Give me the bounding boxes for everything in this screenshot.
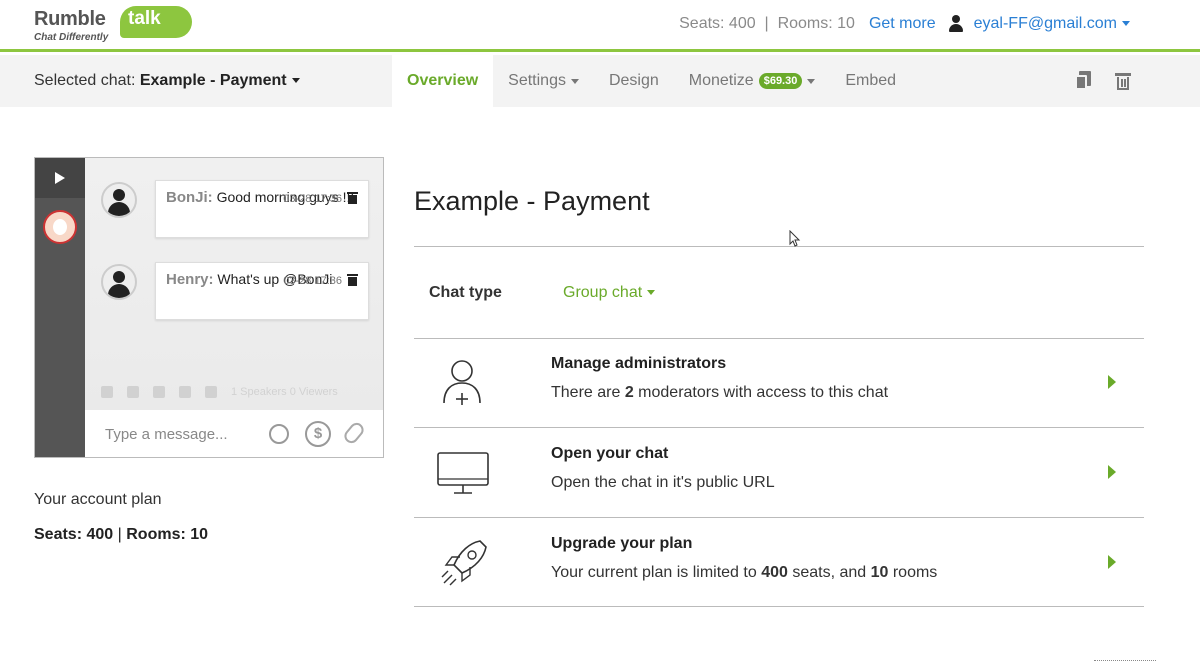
open-chat-row[interactable]: Open your chat Open the chat in it's pub… [414, 429, 1144, 517]
user-menu-dropdown[interactable]: eyal-FF@gmail.com [974, 15, 1130, 33]
tab-settings-label: Settings [508, 72, 566, 89]
divider [414, 517, 1144, 518]
avatar [101, 264, 137, 300]
delete-message-icon[interactable] [347, 191, 358, 204]
chat-type-dropdown[interactable]: Group chat [563, 284, 656, 302]
user-email: eyal-FF@gmail.com [973, 15, 1117, 32]
logo-tagline: Chat Differently [34, 32, 109, 43]
account-summary: Seats: 400 | Rooms: 10 Get more eyal-FF@… [679, 14, 1130, 34]
power-icon[interactable] [205, 386, 217, 398]
chat-preview: BonJi: Good morning guys !!! 03-28 17:36… [34, 157, 384, 458]
tab-design[interactable]: Design [594, 55, 674, 107]
selected-chat-name: Example - Payment [139, 72, 287, 89]
seats-label: Seats: [34, 526, 83, 543]
row-title: Manage administrators [551, 355, 727, 372]
audience-count: 1 Speakers 0 Viewers [231, 386, 338, 398]
message-time: 03-28 17:36 [283, 193, 342, 205]
chevron-right-icon[interactable] [1108, 555, 1116, 569]
divider [1094, 660, 1156, 661]
emoji-icon[interactable] [269, 424, 289, 444]
row-description: Your current plan is limited to 400 seat… [551, 564, 938, 581]
logo-talk-bubble: talk [120, 6, 192, 38]
account-plan-values: Seats: 400 | Rooms: 10 [34, 526, 209, 543]
row-title: Upgrade your plan [551, 535, 693, 552]
nav-tabs: Overview Settings Design Monetize $69.30 … [392, 55, 911, 107]
tab-settings[interactable]: Settings [493, 55, 594, 107]
tab-design-label: Design [608, 72, 659, 89]
monitor-icon [437, 452, 489, 494]
rooms-value: 10 [190, 526, 209, 543]
rumbletalk-logo[interactable]: Rumble talk Chat Differently [34, 6, 192, 44]
attachment-icon[interactable] [341, 420, 367, 446]
row-title: Open your chat [551, 445, 669, 462]
selected-chat-label: Selected chat: [34, 72, 136, 89]
user-icon [948, 15, 964, 33]
message-author: BonJi: [166, 189, 213, 206]
chat-type-value: Group chat [563, 284, 643, 301]
message-input-bar: Type a message... $ [85, 410, 383, 457]
chevron-down-icon [807, 78, 816, 84]
tab-embed-label: Embed [845, 72, 897, 89]
trash-icon[interactable] [1114, 71, 1132, 91]
account-plan-label: Your account plan [34, 491, 162, 508]
message-input[interactable]: Type a message... [105, 426, 228, 443]
play-icon [55, 172, 65, 184]
dollar-icon[interactable]: $ [305, 421, 331, 447]
logo-brand: Rumble [34, 8, 106, 30]
monetize-balance-badge: $69.30 [758, 73, 803, 89]
window-icon[interactable] [153, 386, 165, 398]
chat-users-sidebar [35, 158, 85, 457]
divider [414, 427, 1144, 428]
get-more-link[interactable]: Get more [869, 15, 936, 33]
chevron-down-icon [291, 78, 300, 84]
tab-overview[interactable]: Overview [392, 55, 494, 107]
chevron-right-icon[interactable] [1108, 465, 1116, 479]
sound-icon[interactable] [179, 386, 191, 398]
divider [414, 246, 1144, 247]
upload-icon[interactable] [127, 386, 139, 398]
message-bubble: BonJi: Good morning guys !!! 03-28 17:36 [155, 180, 369, 238]
delete-message-icon[interactable] [347, 273, 358, 286]
upgrade-plan-row[interactable]: Upgrade your plan Your current plan is l… [414, 519, 1144, 607]
divider [414, 606, 1144, 607]
chat-subnav: Selected chat: Example - Payment Overvie… [0, 55, 1200, 107]
chat-messages-area: BonJi: Good morning guys !!! 03-28 17:36… [85, 158, 383, 457]
play-button[interactable] [35, 158, 85, 198]
message-author: Henry: [166, 271, 214, 288]
seats-value: 400 [86, 526, 114, 543]
tab-embed[interactable]: Embed [830, 55, 911, 107]
top-bar: Rumble talk Chat Differently Seats: 400 … [0, 0, 1200, 52]
chat-toolbar: 1 Speakers 0 Viewers [101, 384, 371, 400]
message-bubble: Henry: What's up @BonJi 03-28 17:36 [155, 262, 369, 320]
chat-actions [1074, 71, 1132, 91]
rocket-icon [441, 540, 487, 586]
manage-administrators-row[interactable]: Manage administrators There are 2 modera… [414, 339, 1144, 427]
chat-type-label: Chat type [429, 284, 502, 301]
mouse-cursor-icon [789, 230, 801, 247]
tab-monetize-label: Monetize [688, 72, 754, 89]
share-icon[interactable] [101, 386, 113, 398]
chevron-down-icon [570, 78, 579, 84]
selected-chat-dropdown[interactable]: Selected chat: Example - Payment [34, 72, 300, 90]
chevron-down-icon [1122, 21, 1130, 27]
message-time: 03-28 17:36 [283, 275, 342, 287]
avatar [101, 182, 137, 218]
seats-rooms-info: Seats: 400 | Rooms: 10 [679, 15, 855, 32]
user-add-icon [443, 360, 481, 405]
rooms-label: Rooms: [126, 526, 186, 543]
user-avatar[interactable] [43, 210, 77, 244]
chat-message: Henry: What's up @BonJi 03-28 17:36 [101, 262, 371, 322]
tab-overview-label: Overview [407, 72, 479, 89]
row-description: Open the chat in it's public URL [551, 474, 775, 491]
tab-monetize[interactable]: Monetize $69.30 [674, 55, 831, 107]
page-title: Example - Payment [414, 186, 650, 216]
row-description: There are 2 moderators with access to th… [551, 384, 889, 401]
chevron-right-icon[interactable] [1108, 375, 1116, 389]
chevron-down-icon [647, 290, 656, 296]
copy-icon[interactable] [1074, 71, 1092, 91]
chat-message: BonJi: Good morning guys !!! 03-28 17:36 [101, 180, 371, 240]
